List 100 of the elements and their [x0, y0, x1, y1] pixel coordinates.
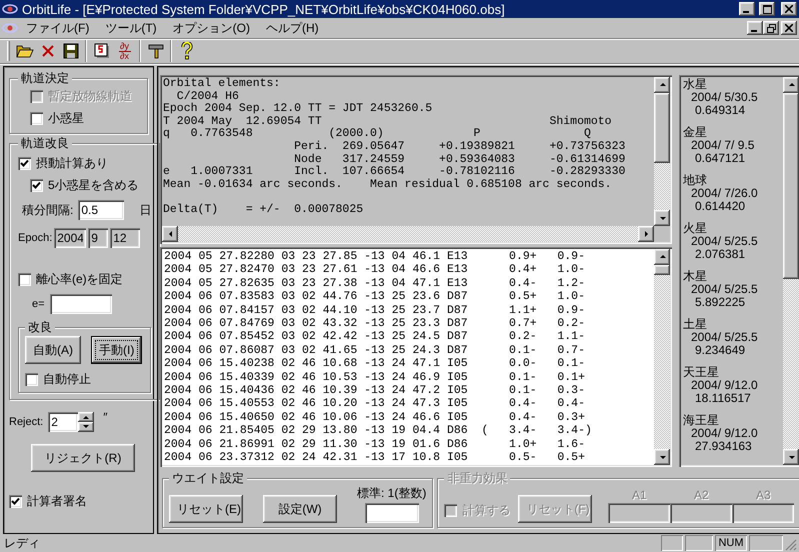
planet-name: 天王星	[683, 366, 720, 379]
scroll-down-button[interactable]	[783, 449, 799, 465]
close-button[interactable]	[781, 2, 797, 16]
observation-row[interactable]: 2004 06 07.85452 03 02 42.42 -13 25 24.5 D87 0.2- 1.1-	[164, 330, 652, 344]
input-field[interactable]	[670, 503, 732, 523]
planet-value: 0.647121	[694, 152, 746, 165]
menu-item[interactable]: ファイル(F)	[18, 20, 98, 36]
vertical-scrollbar[interactable]	[783, 77, 799, 465]
restore-button[interactable]	[763, 21, 779, 35]
observation-row[interactable]: 2004 06 15.40553 02 46 10.20 -13 24 47.3 I05 0.4- 0.4-	[164, 397, 652, 411]
planet-name: 土星	[683, 318, 708, 331]
status-indicator: NUM	[715, 535, 747, 551]
button[interactable]: 自動(A)	[25, 336, 81, 364]
observation-row[interactable]: 2004 05 27.82470 03 23 27.61 -13 04 46.6 E13 0.4+ 1.0-	[164, 263, 652, 277]
checkbox-label: 離心率(e)を固定	[36, 270, 123, 288]
minimize-button[interactable]	[747, 21, 763, 35]
group-title: ウエイト設定	[169, 471, 247, 485]
scroll-up-button[interactable]	[654, 249, 670, 265]
observation-row[interactable]: 2004 06 15.40238 02 46 10.68 -13 24 47.1 I05 0.0- 0.1-	[164, 357, 652, 371]
resize-grip-icon[interactable]	[785, 539, 797, 551]
output-line: Peri. 269.05647 +0.19389821 +0.73756323	[293, 140, 626, 154]
scroll-thumb[interactable]	[654, 265, 670, 275]
horizontal-scrollbar[interactable]	[162, 226, 670, 242]
button[interactable]: 手動(I)	[91, 336, 142, 364]
observation-row[interactable]: 2004 06 07.84157 03 02 44.10 -13 25 23.7 D87 1.1+ 0.9-	[164, 304, 652, 318]
button[interactable]: リセット(E)	[169, 495, 243, 523]
input-field[interactable]	[608, 503, 670, 523]
observation-row[interactable]: 2004 06 07.83583 03 02 44.76 -13 25 23.6 D87 0.5+ 1.0-	[164, 290, 652, 304]
planet-date: 2004/ 7/26.0	[690, 187, 759, 200]
observation-row[interactable]: 2004 06 07.84769 03 02 43.32 -13 25 23.3 D87 0.7+ 0.2-	[164, 317, 652, 330]
unit-label: 日	[139, 202, 152, 218]
menu-item[interactable]: ツール(T)	[97, 20, 165, 36]
output-line: Node 317.24559 +0.59364083 -0.61314699	[293, 154, 626, 166]
observation-row[interactable]: 2004 05 27.82635 03 23 27.38 -13 04 47.1 E13 0.4- 1.2-	[164, 276, 652, 290]
derivative-button[interactable]: ∂y ∂x	[113, 40, 136, 62]
checkbox-label: 自動停止	[43, 370, 91, 388]
close-button[interactable]	[781, 21, 797, 35]
scroll-right-button[interactable]	[638, 226, 654, 242]
group-title: 非重力効果	[444, 471, 510, 485]
observation-row[interactable]: 2004 06 07.86087 03 02 41.65 -13 25 24.3 D87 0.1- 0.7-	[164, 344, 652, 358]
field-label: A1	[632, 488, 647, 502]
checkbox[interactable]	[30, 178, 43, 192]
minimize-button[interactable]	[739, 2, 755, 16]
checkbox-label: 摂動計算あり	[36, 154, 108, 172]
planet-name: 水星	[683, 78, 708, 91]
field-label: 積分間隔:	[22, 202, 74, 218]
observation-row[interactable]: 2004 06 15.40650 02 46 10.06 -13 24 46.6 I05 0.4- 0.3+	[164, 410, 652, 424]
planet-name: 海王星	[683, 414, 720, 427]
button[interactable]: 設定(W)	[263, 495, 337, 523]
scroll-left-button[interactable]	[162, 226, 178, 242]
reject-button[interactable]: リジェクト(R)	[31, 444, 135, 472]
scroll-down-button[interactable]	[654, 210, 670, 226]
output-line: e 1.0007331 Incl. 107.66654 -0.78102116 -0.28293330	[163, 166, 626, 178]
input-field[interactable]: 2	[48, 412, 78, 432]
unit-label: ″	[103, 410, 108, 424]
planet-value: 18.116517	[694, 392, 752, 405]
output-line: q 0.7763548 (2000.0) P Q	[163, 128, 592, 140]
field-label: Reject:	[9, 416, 44, 428]
scroll-thumb[interactable]	[783, 93, 799, 279]
observation-row[interactable]: 2004 05 27.82280 03 23 27.85 -13 04 46.1 E13 0.9+ 0.9-	[164, 250, 652, 264]
vertical-scrollbar[interactable]	[654, 77, 670, 226]
input-field[interactable]: 0.5	[78, 200, 124, 220]
output-line: T 2004 May 12.69054 TT Shimomoto	[163, 116, 613, 128]
observation-row[interactable]: 2004 06 15.40436 02 46 10.39 -13 24 47.2 I05 0.1- 0.3-	[164, 384, 652, 398]
close-icon	[785, 24, 793, 32]
output-line: C/2004 H6	[176, 90, 240, 103]
checkbox-label: 計算する	[462, 502, 510, 518]
planet-value: 5.892225	[694, 296, 746, 309]
planet-date: 2004/ 7/ 9.5	[690, 139, 756, 152]
observation-row[interactable]: 2004 06 15.40339 02 46 10.53 -13 24 46.9 I05 0.1- 0.1+	[164, 370, 652, 384]
input-field[interactable]	[364, 503, 419, 523]
checkbox[interactable]	[30, 112, 43, 124]
checkbox[interactable]	[18, 156, 31, 170]
input-field[interactable]	[50, 294, 112, 314]
input-field[interactable]	[732, 503, 794, 523]
close-icon	[785, 5, 793, 13]
spin-down-button[interactable]	[78, 422, 94, 432]
status-panel	[749, 535, 783, 551]
checkbox[interactable]	[18, 272, 31, 286]
checkbox[interactable]	[9, 494, 22, 508]
planet-name: 金星	[683, 126, 708, 139]
menu-item[interactable]: ヘルプ(H)	[258, 20, 327, 36]
maximize-button[interactable]	[759, 2, 775, 16]
vertical-scrollbar[interactable]	[654, 249, 670, 465]
observation-row[interactable]: 2004 06 21.85405 02 29 13.80 -13 19 04.4 D86 ( 3.4- 3.4-)	[164, 424, 652, 438]
observation-row[interactable]: 2004 06 23.37312 02 24 42.31 -13 17 10.8 I05 0.5- 0.5+	[164, 451, 652, 464]
status-panel	[661, 535, 683, 551]
checkbox-label: 5小惑星を含める	[48, 176, 139, 194]
menu-item[interactable]: オプション(O)	[164, 20, 258, 36]
spin-up-button[interactable]	[78, 412, 94, 422]
observation-row[interactable]: 2004 06 21.86991 02 29 11.30 -13 19 01.6 D86 1.0+ 1.6-	[164, 438, 652, 452]
scroll-up-button[interactable]	[783, 77, 799, 93]
output-line: Orbital elements:	[163, 78, 282, 90]
checkbox[interactable]	[25, 372, 38, 386]
output-line: Epoch 2004 Sep. 12.0 TT = JDT 2453260.5	[163, 103, 434, 116]
checkbox-label: 計算者署名	[27, 492, 87, 510]
scroll-thumb[interactable]	[654, 93, 670, 163]
planet-date: 2004/ 5/25.5	[690, 331, 759, 344]
scroll-down-button[interactable]	[654, 449, 670, 465]
scroll-up-button[interactable]	[654, 77, 670, 93]
